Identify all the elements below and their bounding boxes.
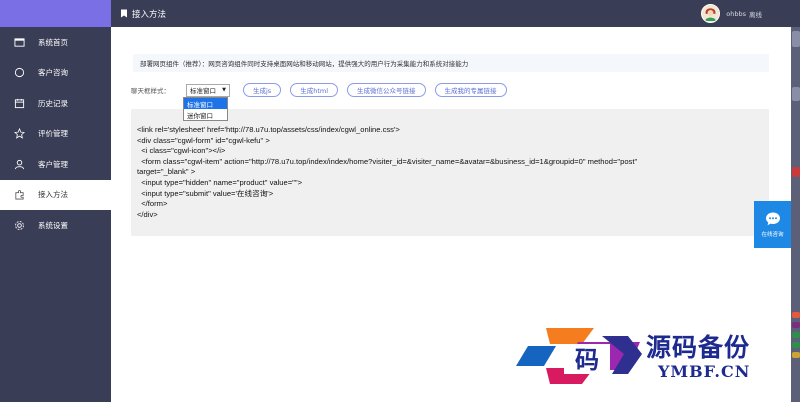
chat-style-select-value: 标准窗口 [190,87,216,95]
puzzle-icon [0,189,38,200]
deploy-notice: 部署网页组件（推荐）：网页咨询组件同时支持桌面网站和移动网站，提供强大的用户行为… [133,54,769,72]
right-edge-strip [791,27,800,402]
sidebar-item-customers[interactable]: 客户管理 [0,149,111,180]
user-icon [0,159,38,170]
generate-html-button[interactable]: 生成html [290,83,339,97]
watermark-cn: 源码备份 [646,333,751,362]
online-consult-label: 在线咨询 [761,232,784,238]
edge-chip [792,352,800,358]
sidebar-item-label: 接入方法 [38,190,68,200]
style-toolbar: 聊天框样式： 标准窗口 ▼ 生成js 生成html 生成微信公众号链接 生成我的… [131,82,507,98]
online-consult-button[interactable]: 在线咨询 [754,201,791,248]
watermark-en: YMBF.CN [658,362,751,381]
circle-icon [0,67,38,78]
code-line: <input type="submit" value='在线咨询'> [137,188,274,198]
code-line: <form class="cgwl-item" action="http://7… [137,156,638,166]
top-header: 接入方法 ohbbs 离线 [111,0,800,27]
code-line: <i class="cgwl-icon"></i> [137,146,226,156]
watermark-logo: 码 源码备份 YMBF.CN [516,322,776,388]
code-line: </form> [137,199,168,209]
user-status[interactable]: 离线 [749,9,762,19]
user-name: ohbbs [726,9,746,18]
edge-chip [792,322,800,328]
edge-chip [792,31,800,47]
edge-chip [792,167,800,177]
brand-bar [0,0,111,27]
sidebar-item-label: 客户管理 [38,159,68,169]
logo-mark: 码 [516,328,642,384]
code-line: target="_blank" > [137,167,196,177]
chat-style-select[interactable]: 标准窗口 ▼ [186,83,230,97]
code-line: <link rel='stylesheet' href='http://78.u… [137,125,400,134]
bookmark-icon [120,9,128,18]
sidebar-nav: 系统首页 客户咨询 历史记录 评价管理 客户管理 接入方法 系统设置 [0,27,111,241]
sidebar-item-access[interactable]: 接入方法 [0,179,111,210]
generate-wechat-link-button[interactable]: 生成微信公众号链接 [347,83,426,97]
code-line: <input type="hidden" name="product" valu… [137,177,302,187]
sidebar: 系统首页 客户咨询 历史记录 评价管理 客户管理 接入方法 系统设置 [0,0,111,402]
generate-js-button[interactable]: 生成js [243,83,282,97]
sidebar-item-evaluation[interactable]: 评价管理 [0,119,111,150]
chat-style-dropdown: 标准窗口 迷你窗口 [183,97,228,121]
logo-char: 码 [575,345,599,374]
caret-down-icon: ▼ [222,86,226,93]
sidebar-item-home[interactable]: 系统首页 [0,27,111,58]
sidebar-item-label: 系统设置 [38,220,68,230]
page-title: 接入方法 [132,9,167,20]
sidebar-item-settings[interactable]: 系统设置 [0,210,111,241]
calendar-icon [0,98,38,109]
star-icon [0,128,38,140]
dropdown-option-standard[interactable]: 标准窗口 [184,98,227,109]
chat-icon [765,212,780,226]
sidebar-item-consult[interactable]: 客户咨询 [0,58,111,89]
code-line: <div class="cgwl-form" id="cgwl-kefu" > [137,135,270,145]
sidebar-item-label: 客户咨询 [38,68,68,78]
sidebar-item-label: 评价管理 [38,129,68,139]
dropdown-option-mini[interactable]: 迷你窗口 [184,109,227,120]
chat-style-label: 聊天框样式： [131,87,170,95]
sidebar-item-history[interactable]: 历史记录 [0,88,111,119]
embed-code-box[interactable]: <link rel='stylesheet' href='http://78.u… [131,109,769,236]
generate-exclusive-link-button[interactable]: 生成我的专属链接 [434,83,507,97]
edge-chip [792,332,800,338]
monitor-icon [0,37,38,48]
user-menu[interactable]: ohbbs 离线 [701,4,762,23]
sidebar-item-label: 系统首页 [38,37,68,47]
edge-chip [792,312,800,318]
edge-chip [792,87,800,101]
sidebar-item-label: 历史记录 [38,98,68,108]
code-line: </div> [137,209,158,219]
avatar[interactable] [701,4,721,23]
gear-icon [0,220,38,231]
edge-chip [792,342,800,348]
